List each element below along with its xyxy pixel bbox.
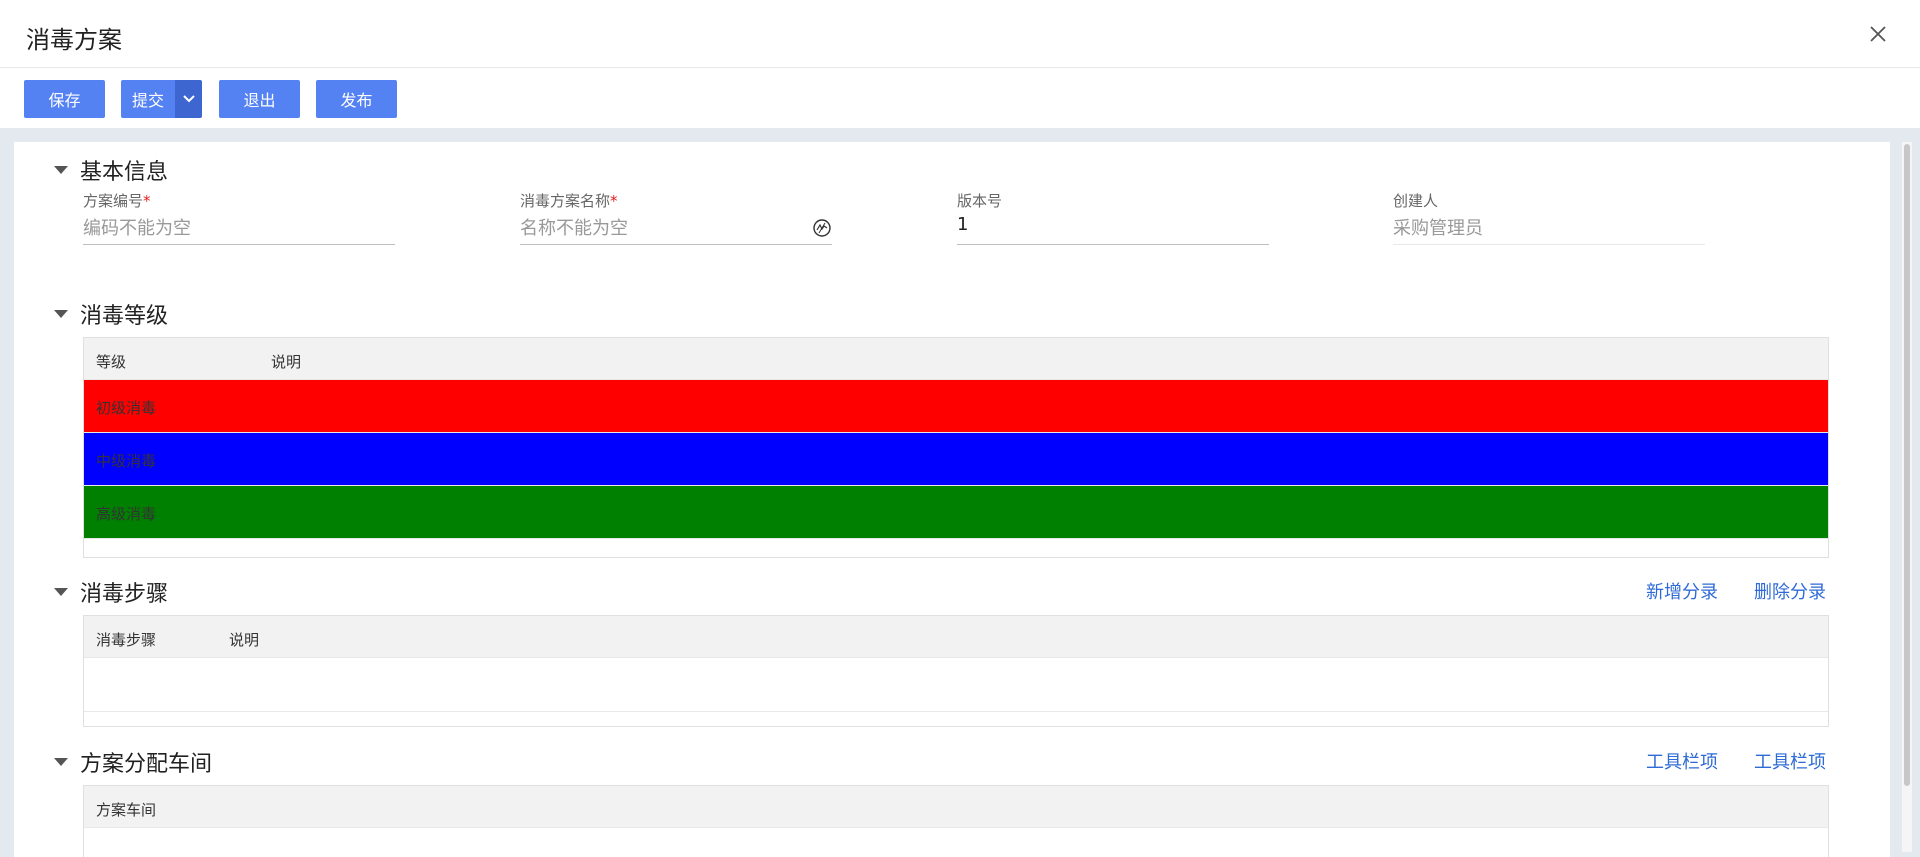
add-entry-link[interactable]: 新增分录 bbox=[1646, 578, 1718, 604]
table-row[interactable]: 初级消毒 bbox=[84, 380, 1828, 433]
collapse-triangle-icon[interactable] bbox=[54, 166, 68, 174]
delete-entry-link[interactable]: 删除分录 bbox=[1754, 578, 1826, 604]
creator-value: 采购管理员 bbox=[1393, 218, 1483, 239]
creator-field: 创建人 采购管理员 bbox=[1393, 190, 1705, 250]
section-title: 消毒等级 bbox=[80, 304, 169, 329]
code-input[interactable]: 编码不能为空 bbox=[83, 214, 191, 240]
collapse-triangle-icon[interactable] bbox=[54, 588, 68, 596]
levels-grid: 等级 说明 初级消毒 中级消毒 高级消毒 bbox=[83, 337, 1829, 558]
workshop-grid: 方案车间 bbox=[83, 785, 1829, 857]
section-title: 基本信息 bbox=[80, 160, 169, 185]
name-input[interactable]: 名称不能为空 bbox=[520, 214, 628, 240]
collapse-triangle-icon[interactable] bbox=[54, 758, 68, 766]
field-underline bbox=[957, 244, 1269, 245]
submit-button[interactable]: 提交 bbox=[121, 80, 175, 118]
grid-header: 消毒步骤 说明 bbox=[84, 616, 1828, 658]
level-cell: 中级消毒 bbox=[96, 452, 157, 470]
code-label: 方案编号 bbox=[83, 192, 144, 210]
section-title: 消毒步骤 bbox=[80, 582, 169, 607]
name-label: 消毒方案名称 bbox=[520, 192, 611, 210]
table-row[interactable]: 高级消毒 bbox=[84, 486, 1828, 539]
submit-split-button[interactable]: 提交 bbox=[121, 80, 202, 118]
field-underline bbox=[520, 244, 832, 245]
level-cell: 初级消毒 bbox=[96, 399, 157, 417]
dialog-title: 消毒方案 bbox=[26, 26, 122, 54]
table-row[interactable]: 中级消毒 bbox=[84, 433, 1828, 486]
exit-button[interactable]: 退出 bbox=[219, 80, 300, 118]
level-cell: 高级消毒 bbox=[96, 505, 157, 523]
version-field: 版本号 1 bbox=[957, 190, 1269, 250]
section-levels[interactable]: 消毒等级 bbox=[54, 298, 168, 330]
submit-dropdown-toggle[interactable] bbox=[175, 80, 202, 118]
section-title: 方案分配车间 bbox=[80, 752, 213, 777]
grid-header: 方案车间 bbox=[84, 786, 1828, 828]
scrollbar-thumb[interactable] bbox=[1904, 144, 1910, 786]
column-header-workshop[interactable]: 方案车间 bbox=[96, 799, 156, 820]
name-field: 消毒方案名称* 名称不能为空 bbox=[520, 190, 832, 250]
dialog-header: 消毒方案 bbox=[0, 0, 1920, 68]
required-mark: * bbox=[143, 192, 151, 210]
toolbar-item-link[interactable]: 工具栏项 bbox=[1646, 748, 1718, 774]
close-icon[interactable] bbox=[1866, 22, 1890, 46]
field-underline bbox=[1393, 244, 1705, 245]
collapse-triangle-icon[interactable] bbox=[54, 310, 68, 318]
form-panel: 基本信息 方案编号* 编码不能为空 消毒方案名称* 名称不能为空 版本号 1 创… bbox=[14, 142, 1890, 857]
save-button[interactable]: 保存 bbox=[24, 80, 105, 118]
field-underline bbox=[83, 244, 395, 245]
grid-header: 等级 说明 bbox=[84, 338, 1828, 380]
code-field: 方案编号* 编码不能为空 bbox=[83, 190, 395, 250]
multilang-icon[interactable] bbox=[812, 218, 832, 238]
column-header-level[interactable]: 等级 bbox=[96, 351, 126, 372]
chevron-down-icon bbox=[182, 95, 195, 103]
section-steps[interactable]: 消毒步骤 bbox=[54, 576, 168, 608]
version-label: 版本号 bbox=[957, 192, 1003, 210]
column-header-step[interactable]: 消毒步骤 bbox=[96, 629, 156, 650]
publish-button[interactable]: 发布 bbox=[316, 80, 397, 118]
version-input[interactable]: 1 bbox=[957, 214, 968, 235]
creator-label: 创建人 bbox=[1393, 192, 1439, 210]
section-basic-info[interactable]: 基本信息 bbox=[54, 154, 168, 186]
steps-grid: 消毒步骤 说明 bbox=[83, 615, 1829, 727]
section-workshop[interactable]: 方案分配车间 bbox=[54, 746, 212, 778]
toolbar-item-link[interactable]: 工具栏项 bbox=[1754, 748, 1826, 774]
column-header-description[interactable]: 说明 bbox=[229, 629, 259, 650]
column-header-description[interactable]: 说明 bbox=[271, 351, 301, 372]
toolbar: 保存 提交 退出 发布 bbox=[0, 68, 1920, 128]
empty-row bbox=[84, 658, 1828, 712]
required-mark: * bbox=[610, 192, 618, 210]
